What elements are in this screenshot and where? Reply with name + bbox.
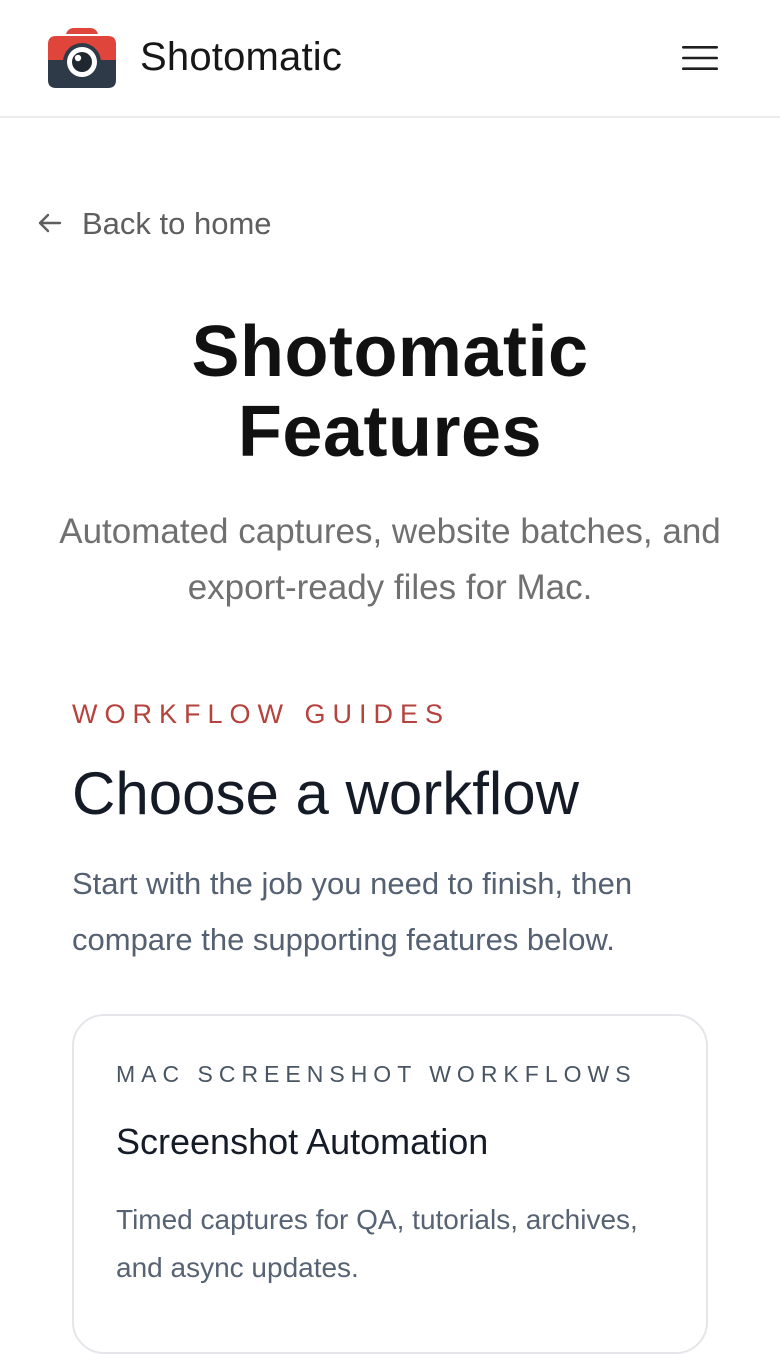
hamburger-menu-icon — [682, 46, 718, 70]
section-description-line-1: Start with the job you need to finish, t… — [72, 866, 633, 901]
page-subtitle-line-2: export-ready files for Mac. — [187, 568, 593, 607]
page-title-line-1: Shotomatic — [191, 312, 589, 392]
workflow-card-description-line-2: and async updates. — [116, 1252, 359, 1283]
page-title: Shotomatic Features — [0, 312, 780, 472]
back-to-home-label: Back to home — [82, 205, 272, 241]
brand-home-link[interactable]: Shotomatic — [46, 24, 342, 90]
menu-button[interactable] — [672, 36, 728, 80]
site-header: Shotomatic — [0, 0, 780, 118]
section-eyebrow: WORKFLOW GUIDES — [72, 699, 451, 729]
workflow-card-eyebrow: MAC SCREENSHOT WORKFLOWS — [116, 1061, 637, 1087]
workflow-card[interactable]: MAC SCREENSHOT WORKFLOWS Screenshot Auto… — [72, 1014, 708, 1354]
brand-name: Shotomatic — [140, 35, 343, 79]
arrow-left-icon — [38, 213, 62, 233]
workflow-card-description-line-1: Timed captures for QA, tutorials, archiv… — [116, 1204, 638, 1235]
workflow-card-description: Timed captures for QA, tutorials, archiv… — [116, 1196, 676, 1292]
page-subtitle: Automated captures, website batches, and… — [20, 504, 760, 616]
section-description-line-2: compare the supporting features below. — [72, 922, 615, 957]
page-title-line-2: Features — [237, 392, 543, 472]
section-description: Start with the job you need to finish, t… — [72, 856, 712, 968]
back-to-home-link[interactable]: Back to home — [36, 202, 272, 244]
section-title: Choose a workflow — [72, 760, 579, 827]
workflow-card-title: Screenshot Automation — [116, 1121, 489, 1162]
page-subtitle-line-1: Automated captures, website batches, and — [59, 512, 721, 551]
camera-icon — [48, 28, 116, 88]
